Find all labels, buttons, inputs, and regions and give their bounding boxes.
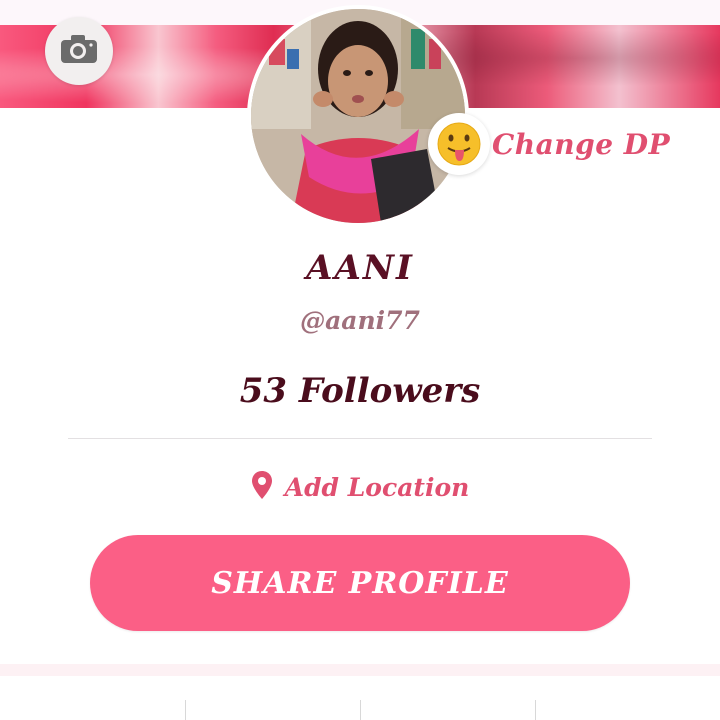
tongue-emoji-icon [428,113,490,175]
profile-name: AANI [306,248,414,288]
profile-handle: @aani77 [300,306,420,335]
tab-divider [185,700,186,720]
section-separator [0,664,720,676]
divider [68,438,652,439]
add-location-button[interactable]: Add Location [0,470,720,504]
change-cover-button[interactable] [45,17,113,85]
change-dp-button[interactable]: Change DP [428,112,670,176]
tab-divider [360,700,361,720]
add-location-label: Add Location [284,472,470,502]
share-profile-button[interactable]: SHARE PROFILE [90,535,630,631]
tab-divider [535,700,536,720]
location-pin-icon [251,470,273,504]
camera-icon [60,34,98,68]
change-dp-label: Change DP [492,127,671,161]
followers-count[interactable]: 53 Followers [0,371,720,411]
